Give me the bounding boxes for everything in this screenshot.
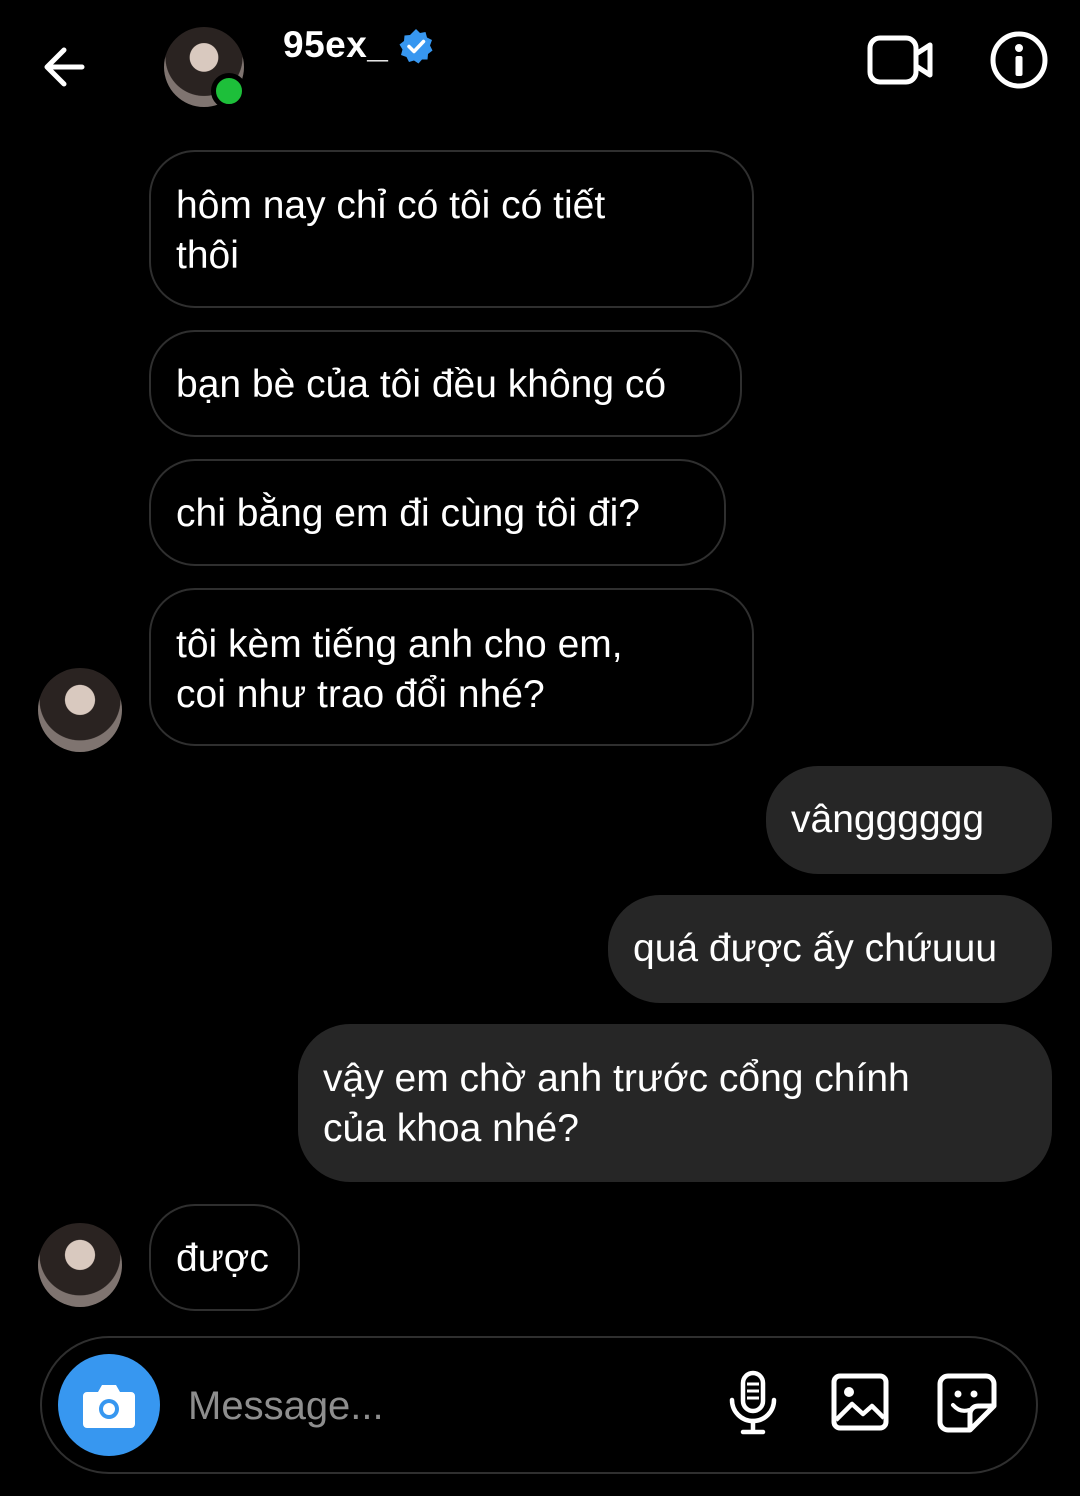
message-text-line: vângggggg [791, 798, 985, 841]
message-text-line: tôi kèm tiếng anh cho em, [176, 623, 623, 666]
sticker-button[interactable] [936, 1372, 998, 1434]
chat-username[interactable]: 95ex_ [283, 24, 388, 66]
gallery-button[interactable] [830, 1372, 890, 1432]
back-button[interactable] [38, 40, 92, 94]
verified-badge-icon [398, 28, 434, 64]
back-arrow-icon [44, 47, 85, 87]
camera-icon [83, 1385, 135, 1428]
gallery-icon [831, 1373, 889, 1431]
message-bubble[interactable]: hôm nay chỉ có tôi có tiết thôi [149, 150, 754, 308]
online-status-dot [211, 73, 247, 109]
message-text-line: chi bằng em đi cùng tôi đi? [176, 492, 640, 535]
microphone-icon [729, 1370, 777, 1435]
message-text-line: vậy em chờ anh trước cổng chính [323, 1057, 910, 1100]
message-bubble[interactable]: vậy em chờ anh trước cổng chính của khoa… [298, 1024, 1052, 1182]
message-text-line: thôi [176, 234, 239, 277]
message-bubble[interactable]: được [149, 1204, 300, 1311]
info-button[interactable] [989, 30, 1049, 90]
message-bubble[interactable]: vângggggg [766, 766, 1052, 874]
message-bubble[interactable]: bạn bè của tôi đều không có [149, 330, 742, 437]
message-text-line: hôm nay chỉ có tôi có tiết [176, 184, 606, 227]
message-text-line: bạn bè của tôi đều không có [176, 363, 667, 406]
message-text-line: coi như trao đổi nhé? [176, 673, 545, 716]
info-icon [990, 31, 1048, 89]
sender-avatar[interactable] [38, 1223, 122, 1307]
voice-message-button[interactable] [724, 1370, 782, 1436]
message-text-line: của khoa nhé? [323, 1107, 579, 1150]
video-call-button[interactable] [866, 32, 936, 88]
video-call-icon [867, 35, 933, 85]
message-text-line: được [176, 1237, 269, 1280]
message-bubble[interactable]: chi bằng em đi cùng tôi đi? [149, 459, 726, 566]
message-input[interactable] [188, 1380, 688, 1432]
camera-button[interactable] [58, 1354, 160, 1456]
sticker-icon [937, 1373, 997, 1433]
message-text-line: quá được ấy chứuuu [633, 927, 998, 970]
message-bubble[interactable]: tôi kèm tiếng anh cho em, coi như trao đ… [149, 588, 754, 746]
sender-avatar[interactable] [38, 668, 122, 752]
message-bubble[interactable]: quá được ấy chứuuu [608, 895, 1052, 1003]
